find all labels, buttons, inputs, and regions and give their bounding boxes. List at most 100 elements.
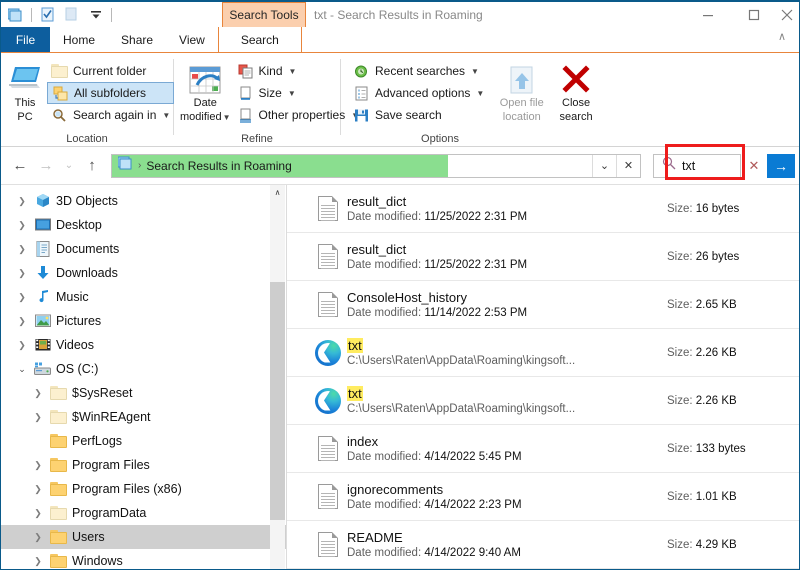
advanced-options-button[interactable]: Advanced options ▼ <box>349 82 488 104</box>
size-label: Size: <box>667 490 696 503</box>
maximize-button[interactable] <box>731 2 777 27</box>
explorer-icon[interactable] <box>5 4 26 25</box>
up-button[interactable]: ↑ <box>79 151 105 181</box>
tree-item-perflogs[interactable]: PerfLogs <box>1 429 286 453</box>
chevron-right-icon[interactable]: ❯ <box>15 292 29 303</box>
address-dropdown-button[interactable]: ⌄ <box>592 154 616 177</box>
tree-item-pictures[interactable]: ❯ Pictures <box>1 309 286 333</box>
minimize-button[interactable] <box>685 2 731 27</box>
text-file-icon <box>309 196 347 221</box>
tab-view[interactable]: View <box>166 27 218 52</box>
tab-file[interactable]: File <box>1 27 50 52</box>
new-folder-icon[interactable] <box>61 4 82 25</box>
recent-searches-button[interactable]: Recent searches ▼ <box>349 60 488 82</box>
chevron-right-icon[interactable]: ❯ <box>31 484 45 495</box>
chevron-right-icon[interactable]: ❯ <box>15 340 29 351</box>
tree-item-documents[interactable]: ❯ Documents <box>1 237 286 261</box>
tree-item-desktop[interactable]: ❯ Desktop <box>1 213 286 237</box>
search-box[interactable]: txt <box>653 153 741 178</box>
tree-item-users[interactable]: ❯ Users <box>1 525 286 549</box>
chevron-right-icon[interactable]: ❯ <box>15 244 29 255</box>
back-button[interactable]: ← <box>7 151 33 181</box>
file-row[interactable]: txt C:\Users\Raten\AppData\Roaming\kingso… <box>287 329 799 377</box>
file-row[interactable]: index Date modified: 4/14/2022 5:45 PM Siz… <box>287 425 799 473</box>
forward-button[interactable]: → <box>33 151 59 181</box>
properties-icon[interactable] <box>37 4 58 25</box>
chevron-down-icon[interactable]: ▼ <box>288 89 296 98</box>
location-group-label: Location <box>66 133 108 145</box>
tree-item-3d-objects[interactable]: ❯ 3D Objects <box>1 189 286 213</box>
file-subtext: Date modified: 4/14/2022 9:40 AM <box>347 547 667 559</box>
chevron-down-icon[interactable]: ▼ <box>289 67 297 76</box>
tab-search[interactable]: Search <box>217 27 302 52</box>
tree-item-program-files-x86[interactable]: ❯ Program Files (x86) <box>1 477 286 501</box>
chevron-right-icon[interactable]: ❯ <box>15 220 29 231</box>
search-clear-button[interactable]: ✕ <box>741 158 767 174</box>
close-button[interactable] <box>777 2 799 27</box>
file-row[interactable]: result_dict Date modified: 11/25/2022 2:3… <box>287 233 799 281</box>
file-row[interactable]: txt C:\Users\Raten\AppData\Roaming\kingso… <box>287 377 799 425</box>
tree-item-windows[interactable]: ❯ Windows <box>1 549 286 569</box>
search-go-button[interactable]: → <box>767 153 795 178</box>
recent-locations-button[interactable]: ⌄ <box>59 151 79 181</box>
chevron-right-icon[interactable]: ❯ <box>31 508 45 519</box>
chevron-down-icon[interactable]: ▼ <box>471 67 479 76</box>
file-meta: ConsoleHost_history Date modified: 11/14/… <box>347 290 667 319</box>
breadcrumb-separator-icon[interactable]: › <box>138 160 141 171</box>
all-subfolders-button[interactable]: All subfolders <box>47 82 175 104</box>
chevron-down-icon[interactable]: ▼ <box>476 89 484 98</box>
breadcrumb-current[interactable]: Search Results in Roaming <box>146 159 291 173</box>
ribbon-collapse-icon[interactable]: ∧ <box>778 30 786 43</box>
tab-share[interactable]: Share <box>108 27 166 52</box>
tree-item-sysreset[interactable]: ❯ $SysReset <box>1 381 286 405</box>
address-bar[interactable]: › Search Results in Roaming ⌄ ✕ <box>111 153 641 178</box>
date-modified-value: 4/14/2022 2:23 PM <box>424 499 522 511</box>
chevron-right-icon[interactable]: ❯ <box>15 196 29 207</box>
chevron-right-icon[interactable]: ❯ <box>15 316 29 327</box>
chevron-right-icon[interactable]: ❯ <box>31 412 45 423</box>
file-meta: txt C:\Users\Raten\AppData\Roaming\kingso… <box>347 386 667 415</box>
file-row[interactable]: README Date modified: 4/14/2022 9:40 AM Si… <box>287 521 799 569</box>
chevron-down-icon[interactable]: ▼ <box>223 113 231 122</box>
text-file-icon <box>309 244 347 269</box>
file-row[interactable]: ignorecomments Date modified: 4/14/2022 2… <box>287 473 799 521</box>
this-pc-icon <box>7 61 43 95</box>
chevron-right-icon[interactable]: ❯ <box>31 388 45 399</box>
close-search-button[interactable]: Close search <box>553 58 599 123</box>
tree-item-downloads[interactable]: ❯ Downloads <box>1 261 286 285</box>
size-value: 2.26 KB <box>695 394 737 407</box>
file-size: Size: 26 bytes <box>667 251 799 263</box>
chevron-right-icon[interactable]: ❯ <box>31 460 45 471</box>
ribbon: This PC Current folder All subfolders Se… <box>1 52 799 147</box>
nav-pane-scrollbar[interactable]: ∧ <box>270 185 285 569</box>
customize-qat-dropdown-icon[interactable] <box>85 4 106 25</box>
chevron-right-icon[interactable]: ❯ <box>31 556 45 567</box>
current-folder-button[interactable]: Current folder <box>47 60 174 82</box>
tree-item-videos[interactable]: ❯ Videos <box>1 333 286 357</box>
tree-item-os-c[interactable]: ⌄ OS (C:) <box>1 357 286 381</box>
open-file-location-button[interactable]: Open file location <box>496 58 547 123</box>
this-pc-button[interactable]: This PC <box>7 58 43 123</box>
tree-item-music[interactable]: ❯ Music <box>1 285 286 309</box>
tab-home[interactable]: Home <box>50 27 108 52</box>
scrollbar-thumb[interactable] <box>270 282 285 520</box>
scroll-up-arrow-icon[interactable]: ∧ <box>270 185 285 200</box>
tree-item-winreagent[interactable]: ❯ $WinREAgent <box>1 405 286 429</box>
folder-tree: ❯ 3D Objects ❯ Desktop ❯ Documents ❯ Downloads ❯… <box>1 185 286 569</box>
date-modified-button[interactable]: Date modified▼ <box>180 58 231 124</box>
search-again-in-button[interactable]: Search again in ▼ <box>47 104 174 126</box>
tree-item-program-files[interactable]: ❯ Program Files <box>1 453 286 477</box>
chevron-right-icon[interactable]: ❯ <box>31 532 45 543</box>
chevron-right-icon[interactable]: ❯ <box>15 268 29 279</box>
chevron-down-icon[interactable]: ▼ <box>162 111 170 120</box>
search-input[interactable]: txt <box>682 159 695 173</box>
tree-item-programdata[interactable]: ❯ ProgramData <box>1 501 286 525</box>
file-row[interactable]: result_dict Date modified: 11/25/2022 2:3… <box>287 185 799 233</box>
chevron-down-icon[interactable]: ⌄ <box>15 364 29 375</box>
stop-search-button[interactable]: ✕ <box>616 154 640 177</box>
save-search-button[interactable]: Save search <box>349 104 488 126</box>
recent-searches-label: Recent searches <box>375 64 466 78</box>
file-row[interactable]: ConsoleHost_history Date modified: 11/14/… <box>287 281 799 329</box>
file-meta: result_dict Date modified: 11/25/2022 2:3… <box>347 242 667 271</box>
breadcrumb-root-icon[interactable] <box>117 156 133 175</box>
